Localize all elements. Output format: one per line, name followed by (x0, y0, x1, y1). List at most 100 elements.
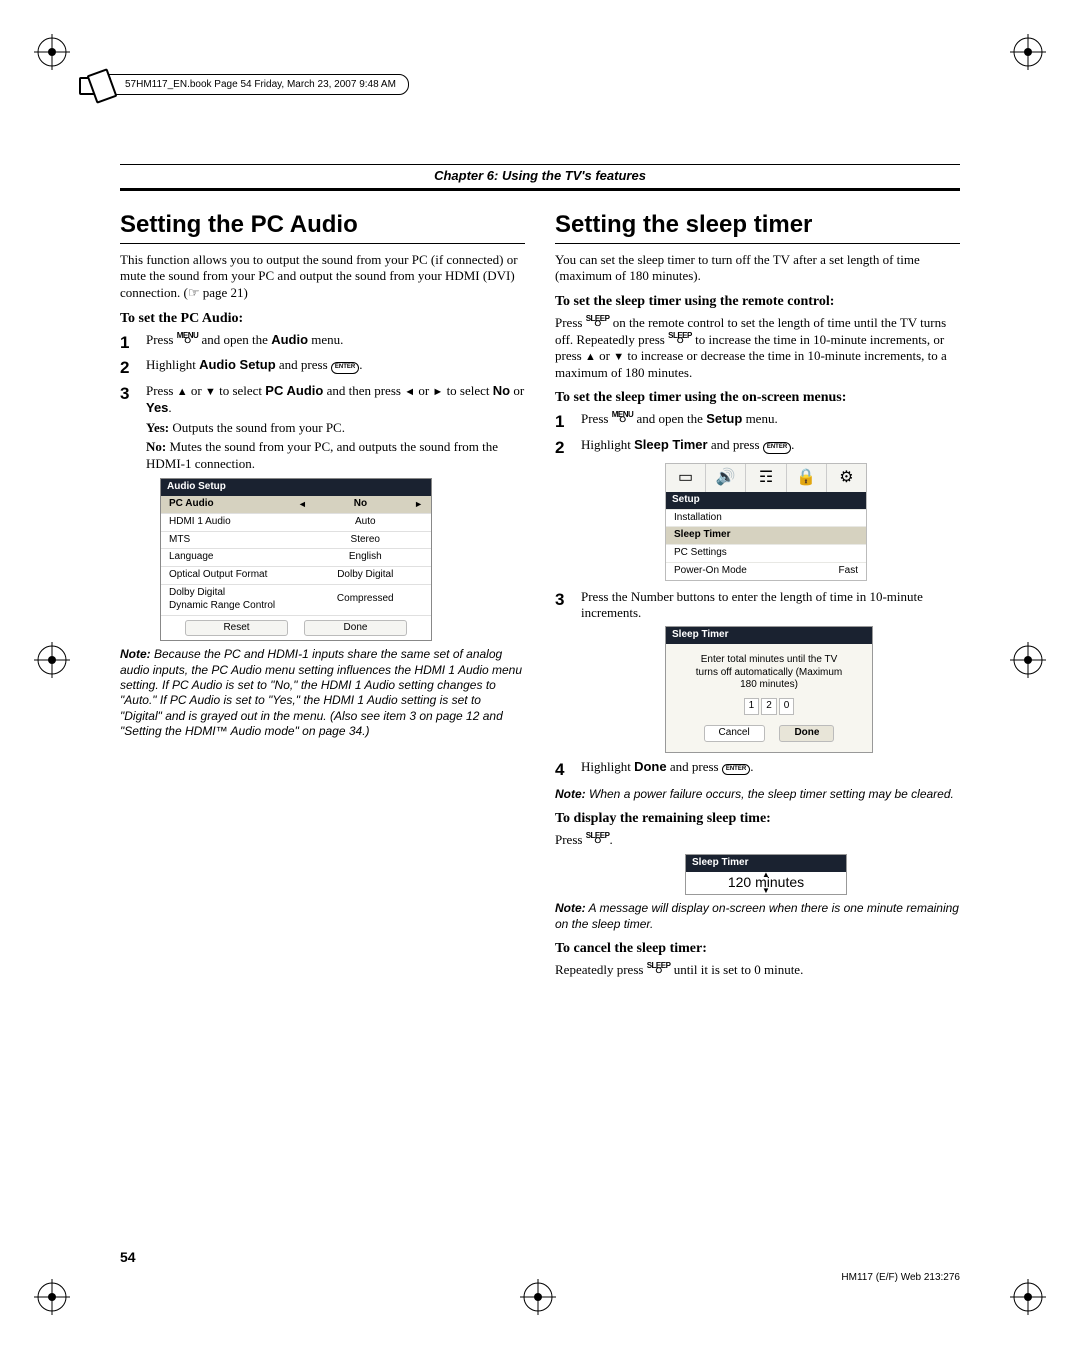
setup-tab-icons: ▭ 🔊 ☶ 🔒 ⚙ (666, 464, 866, 492)
step-number: 2 (555, 437, 571, 459)
step-3: 3 Press the Number buttons to enter the … (555, 589, 960, 622)
left-column: Setting the PC Audio This function allow… (120, 210, 525, 1239)
book-meta-text: 57HM117_EN.book Page 54 Friday, March 23… (125, 79, 396, 90)
right-steps-cont: 3 Press the Number buttons to enter the … (555, 589, 960, 622)
sleep-timer-readout: Sleep Timer ▲ 120 minutes ▼ (685, 854, 847, 895)
yes-label: Yes: (146, 420, 169, 435)
sleep-timer-dialog: Sleep Timer Enter total minutes until th… (665, 626, 873, 753)
sleep-key-icon: SLEEP⭘ (668, 334, 692, 344)
panel-title: Audio Setup (161, 479, 431, 496)
up-arrow-icon: ▲ (177, 386, 188, 398)
panel-button-row: Reset Done (161, 615, 431, 641)
right-subhead-2: To set the sleep timer using the on-scre… (555, 389, 960, 407)
left-intro: This function allows you to output the s… (120, 252, 525, 302)
chapter-title: Chapter 6: Using the TV's features (434, 168, 646, 183)
left-arrow-icon: ◄ (404, 386, 415, 398)
setup-tab-icon: ⚙ (827, 464, 866, 492)
yes-text: Outputs the sound from your PC. (169, 420, 345, 435)
setup-panel: ▭ 🔊 ☶ 🔒 ⚙ Setup Installation Sleep Timer… (665, 463, 867, 581)
crop-mark-icon (520, 1279, 556, 1315)
panel-row-label: PC Audio (169, 498, 298, 511)
step-body: Press MENU⭘ and open the Setup menu. (581, 411, 960, 433)
step-body: Highlight Sleep Timer and press ENTER. (581, 437, 960, 459)
up-arrow-icon: ▲ (585, 351, 596, 363)
sleep-key-icon: SLEEP⭘ (586, 834, 610, 844)
menu-key-icon: MENU⭘ (177, 334, 199, 344)
page: 57HM117_EN.book Page 54 Friday, March 23… (0, 0, 1080, 1349)
digit-1: 1 (744, 698, 760, 715)
digit-3: 0 (779, 698, 795, 715)
revision-code: HM117 (E/F) Web 213:276 (841, 1272, 960, 1283)
up-triangle-icon: ▲ (762, 870, 770, 880)
panel-row: Dolby Digital Dynamic Range ControlCompr… (161, 584, 431, 615)
crop-mark-icon (34, 34, 70, 70)
yes-no-block: Yes: Outputs the sound from your PC. No:… (146, 420, 525, 472)
no-text: Mutes the sound from your PC, and output… (146, 439, 498, 471)
step-number: 3 (120, 383, 136, 416)
audio-tab-icon: 🔊 (706, 464, 746, 492)
sleep-key-icon: SLEEP⭘ (586, 317, 610, 327)
content-area: Setting the PC Audio This function allow… (120, 210, 960, 1239)
preferences-tab-icon: ☶ (746, 464, 786, 492)
panel-row-value: No (307, 498, 414, 511)
right-triangle-icon: ► (414, 499, 423, 511)
setup-row-highlight: Sleep Timer (666, 526, 866, 544)
left-subhead: To set the PC Audio: (120, 310, 525, 328)
left-note: Note: Because the PC and HDMI-1 inputs s… (120, 647, 525, 739)
step-2: 2 Highlight Audio Setup and press ENTER. (120, 357, 525, 379)
done-button: Done (304, 620, 407, 637)
step-number: 1 (555, 411, 571, 433)
panel-row: HDMI 1 AudioAuto (161, 513, 431, 531)
right-intro: You can set the sleep timer to turn off … (555, 252, 960, 285)
step-body: Press MENU⭘ and open the Audio menu. (146, 332, 525, 354)
panel-row: LanguageEnglish (161, 548, 431, 566)
setup-panel-title: Setup (666, 492, 866, 509)
step-1: 1 Press MENU⭘ and open the Setup menu. (555, 411, 960, 433)
setup-row: PC Settings (666, 544, 866, 562)
sleep-key-icon: SLEEP⭘ (647, 964, 671, 974)
audio-setup-panel: Audio Setup PC Audio ◄ No ► HDMI 1 Audio… (160, 478, 432, 641)
dialog-msg1: Enter total minutes until the TV (674, 654, 864, 667)
step-body: Highlight Done and press ENTER. (581, 759, 960, 781)
panel-row: MTSStereo (161, 531, 431, 549)
right-subhead-3: To display the remaining sleep time: (555, 810, 960, 828)
right-subhead-1: To set the sleep timer using the remote … (555, 293, 960, 311)
dialog-body: Enter total minutes until the TV turns o… (666, 644, 872, 752)
dialog-done-button: Done (779, 725, 834, 742)
step-4: 4 Highlight Done and press ENTER. (555, 759, 960, 781)
enter-key-icon: ENTER (331, 362, 359, 374)
crop-mark-icon (1010, 642, 1046, 678)
step-body: Press ▲ or ▼ to select PC Audio and then… (146, 383, 525, 416)
display-press-line: Press SLEEP⭘. (555, 832, 960, 849)
lock-tab-icon: 🔒 (787, 464, 827, 492)
chapter-header: Chapter 6: Using the TV's features (120, 164, 960, 191)
right-note-1: Note: When a power failure occurs, the s… (555, 787, 960, 802)
right-subhead-4: To cancel the sleep timer: (555, 940, 960, 958)
down-arrow-icon: ▼ (205, 386, 216, 398)
right-title: Setting the sleep timer (555, 210, 960, 244)
panel-row: Optical Output FormatDolby Digital (161, 566, 431, 584)
crop-mark-icon (1010, 34, 1046, 70)
crop-mark-icon (34, 1279, 70, 1315)
dialog-digits: 120 (674, 698, 864, 715)
step-3: 3 Press ▲ or ▼ to select PC Audio and th… (120, 383, 525, 416)
step-number: 4 (555, 759, 571, 781)
crop-mark-icon (1010, 1279, 1046, 1315)
right-arrow-icon: ► (432, 386, 443, 398)
setup-row: Power-On ModeFast (666, 562, 866, 580)
step-1: 1 Press MENU⭘ and open the Audio menu. (120, 332, 525, 354)
left-steps: 1 Press MENU⭘ and open the Audio menu. 2… (120, 332, 525, 417)
panel-highlight-row: PC Audio ◄ No ► (161, 496, 431, 513)
down-arrow-icon: ▼ (613, 351, 624, 363)
digit-2: 2 (761, 698, 777, 715)
crop-mark-icon (34, 642, 70, 678)
remote-instruction: Press SLEEP⭘ on the remote control to se… (555, 315, 960, 382)
enter-key-icon: ENTER (722, 764, 750, 776)
step-body: Press the Number buttons to enter the le… (581, 589, 960, 622)
dialog-title: Sleep Timer (666, 627, 872, 644)
no-label: No: (146, 439, 166, 454)
enter-key-icon: ENTER (763, 442, 791, 454)
step-number: 3 (555, 589, 571, 622)
page-number: 54 (120, 1249, 136, 1265)
left-triangle-icon: ◄ (298, 499, 307, 511)
